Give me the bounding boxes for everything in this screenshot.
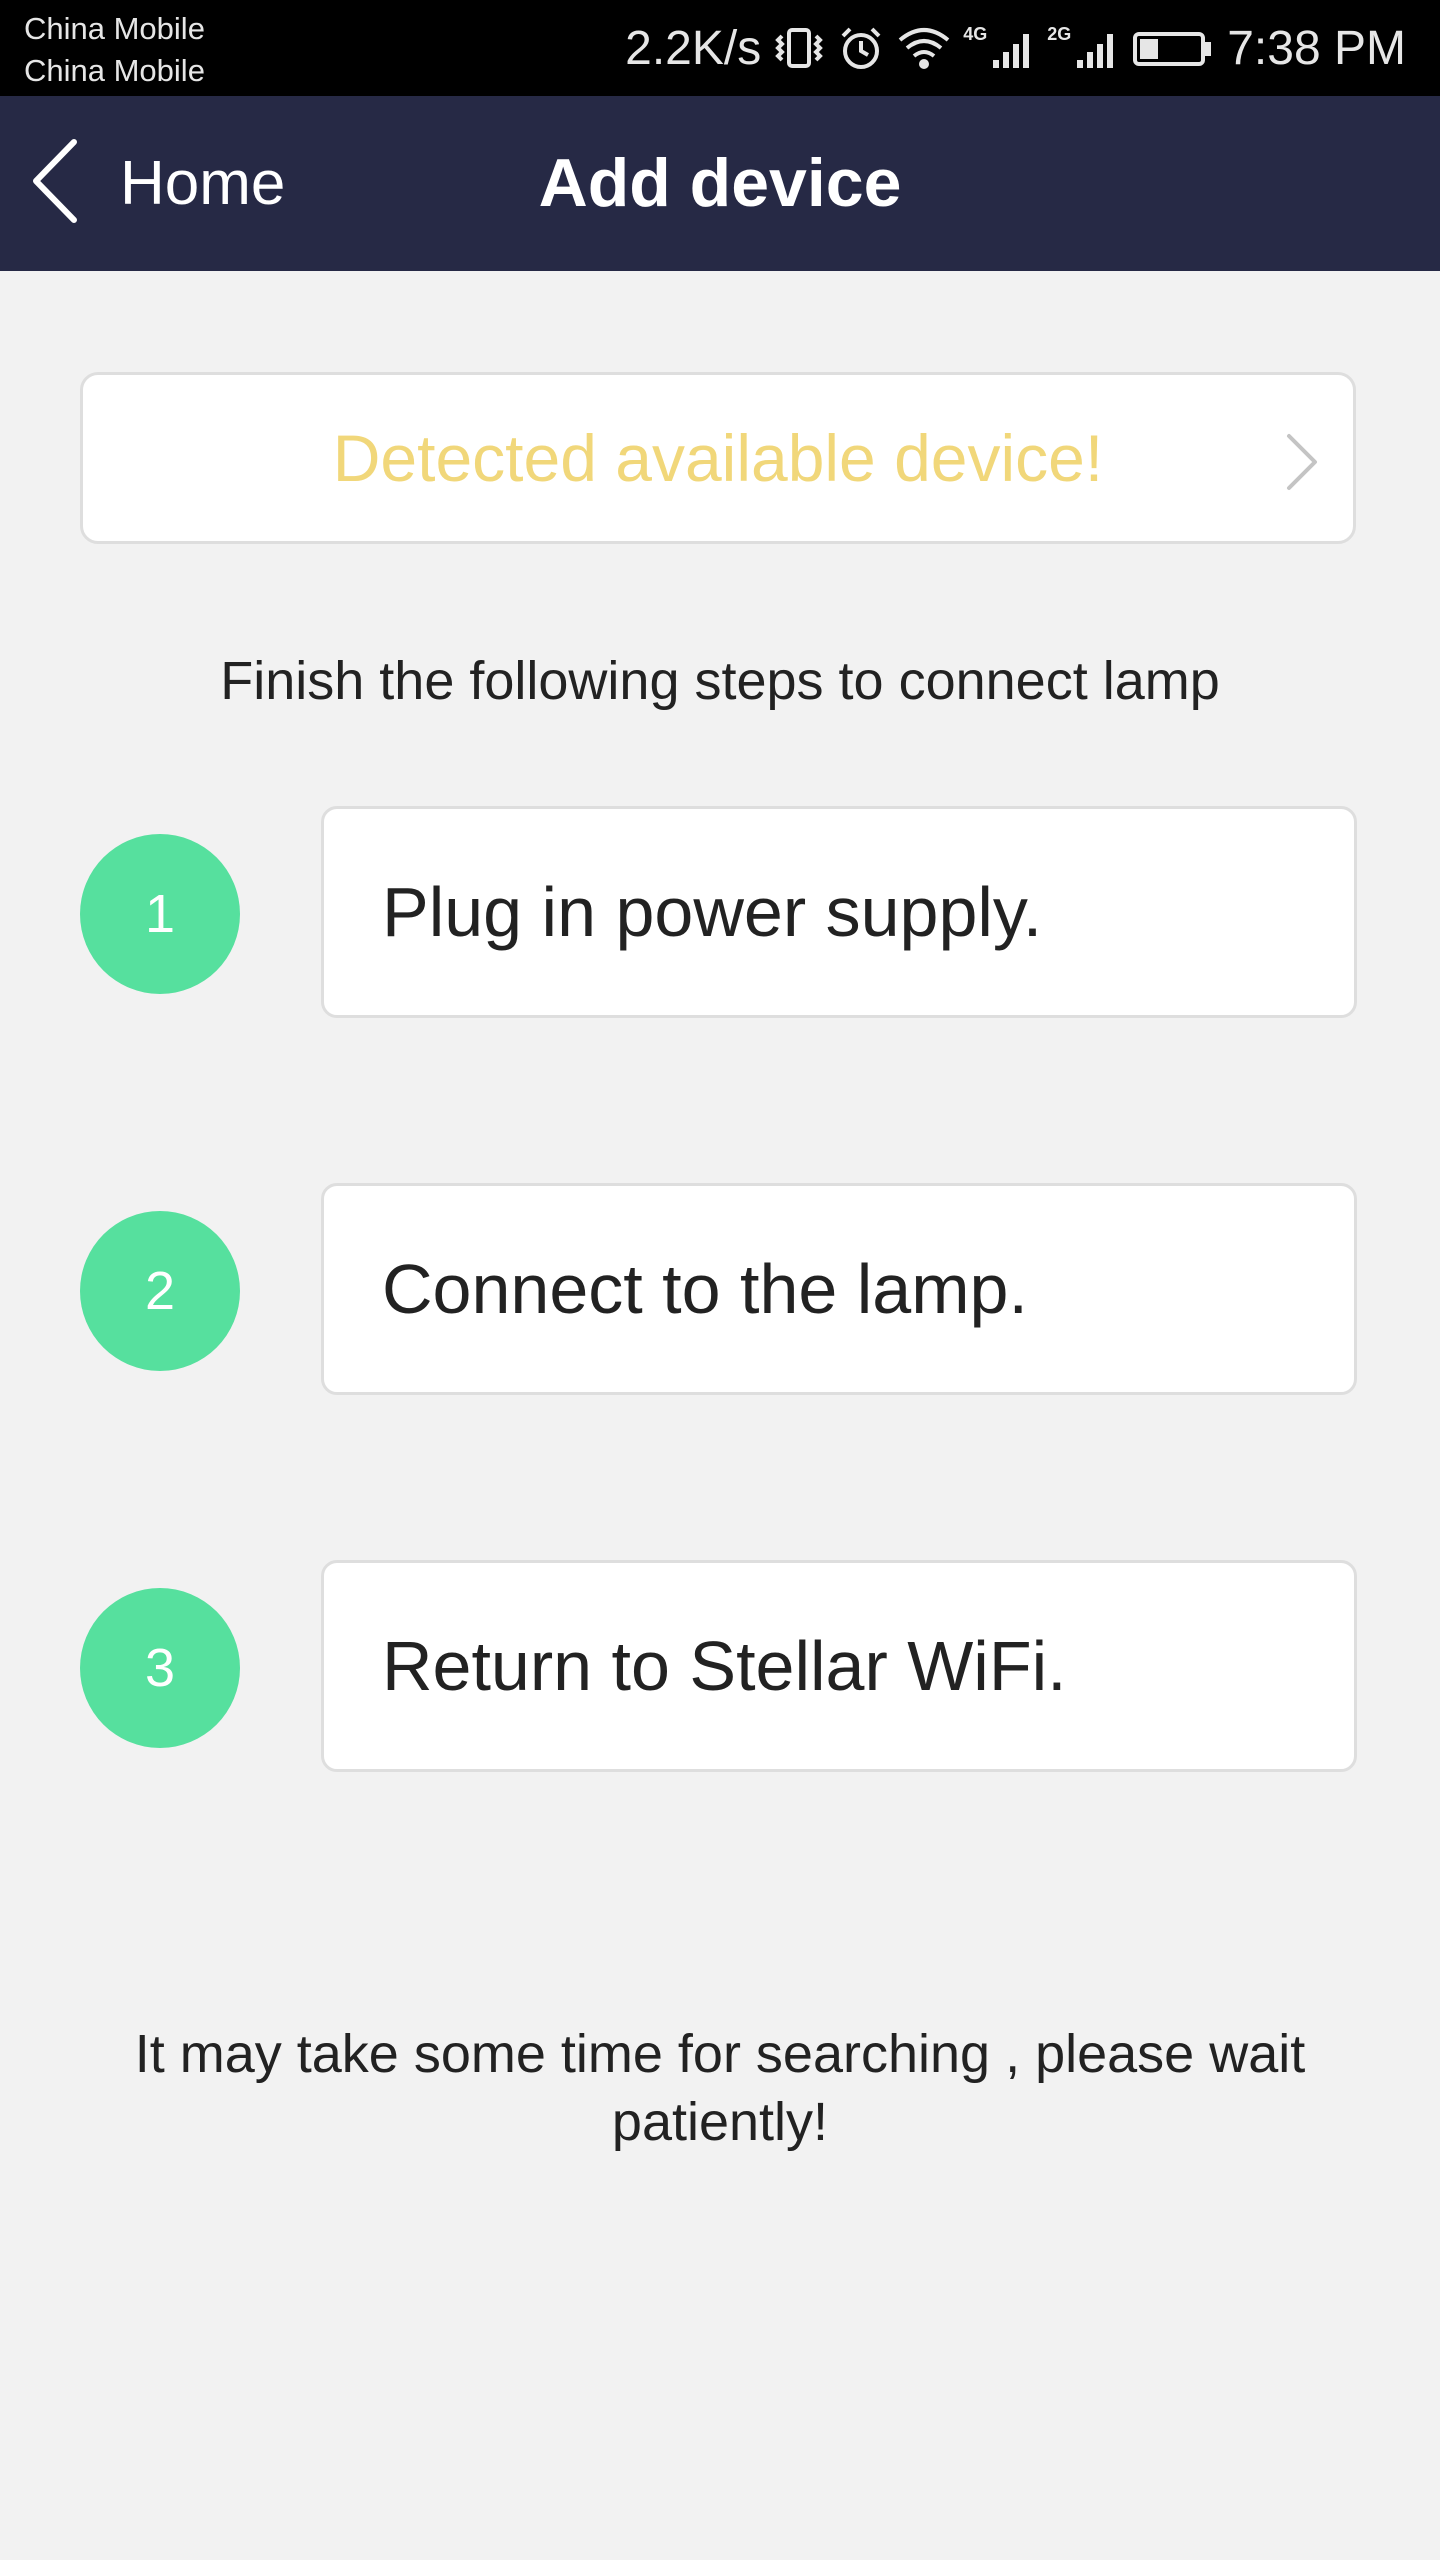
step-card: Return to Stellar WiFi.	[321, 1560, 1357, 1772]
instruction-text: Finish the following steps to connect la…	[220, 651, 1220, 711]
detected-device-text: Detected available device!	[332, 421, 1104, 495]
chevron-right-icon	[1285, 433, 1319, 496]
alarm-icon	[837, 24, 885, 72]
step-number-badge: 3	[80, 1588, 240, 1748]
step-card: Connect to the lamp.	[321, 1183, 1357, 1395]
status-bar: China Mobile China Mobile 2.2K/s 4G 2G 7…	[0, 0, 1440, 96]
step-number-badge: 1	[80, 834, 240, 994]
step-number-badge: 2	[80, 1211, 240, 1371]
carrier-1: China Mobile	[24, 11, 205, 46]
step-card: Plug in power supply.	[321, 806, 1357, 1018]
network-type-1: 4G	[963, 23, 988, 44]
searching-note: It may take some time for searching , pl…	[134, 2024, 1306, 2152]
carrier-2: China Mobile	[24, 53, 205, 88]
signal-icon	[1075, 24, 1119, 72]
network-type-2: 2G	[1047, 23, 1072, 44]
net-speed: 2.2K/s	[625, 21, 762, 75]
detected-device-banner[interactable]: Detected available device!	[80, 372, 1356, 544]
signal-icon	[991, 24, 1035, 72]
wifi-icon	[897, 24, 951, 72]
clock-time: 7:38 PM	[1227, 21, 1406, 75]
page-title: Add device	[538, 145, 902, 221]
carrier-info: China Mobile China Mobile	[24, 8, 205, 92]
vibrate-icon	[773, 24, 825, 72]
battery-icon	[1131, 24, 1215, 72]
status-icons: 2.2K/s 4G 2G 7:38 PM	[625, 0, 1406, 96]
app-bar: Home Add device	[0, 96, 1440, 271]
